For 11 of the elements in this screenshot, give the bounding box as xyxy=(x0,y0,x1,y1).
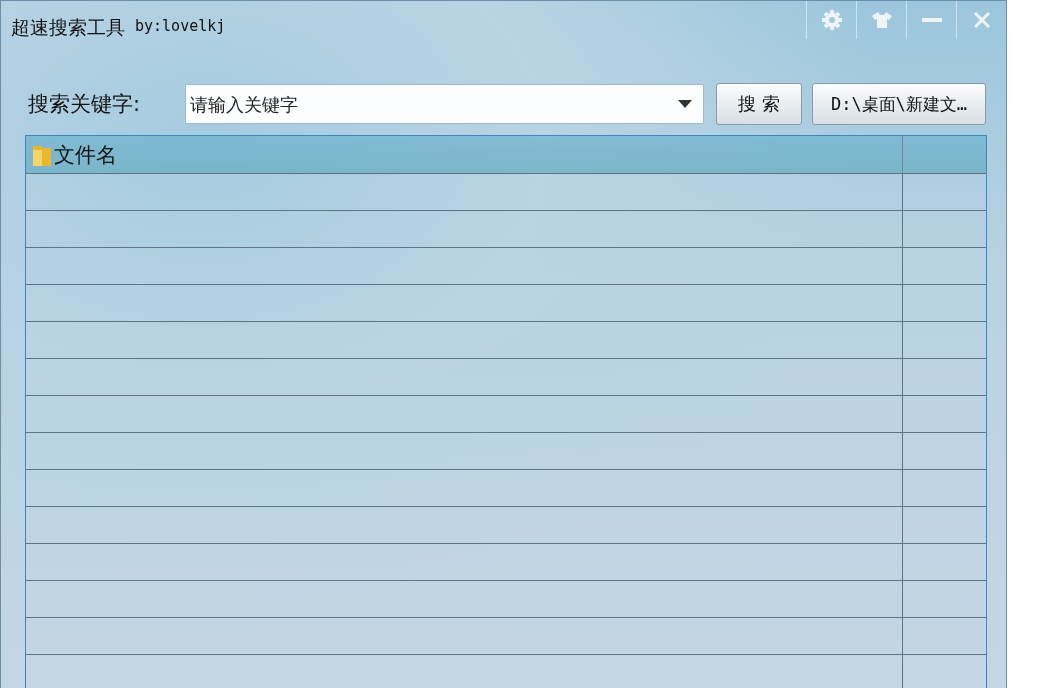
search-keyword-label: 搜索关键字: xyxy=(28,91,142,118)
shirt-icon xyxy=(870,11,893,29)
dropdown-caret-icon[interactable] xyxy=(678,100,692,108)
author-credit: by:lovelkj xyxy=(135,17,226,35)
folder-path-button[interactable]: D:\桌面\新建文… xyxy=(812,83,986,125)
settings-icon xyxy=(820,9,843,31)
close-icon xyxy=(972,11,991,29)
search-button[interactable]: 搜 索 xyxy=(716,83,802,125)
keyword-combobox[interactable]: 请输入关键字 xyxy=(185,84,704,124)
minimize-icon xyxy=(921,18,942,22)
window-title: 超速搜索工具 xyxy=(11,15,125,40)
